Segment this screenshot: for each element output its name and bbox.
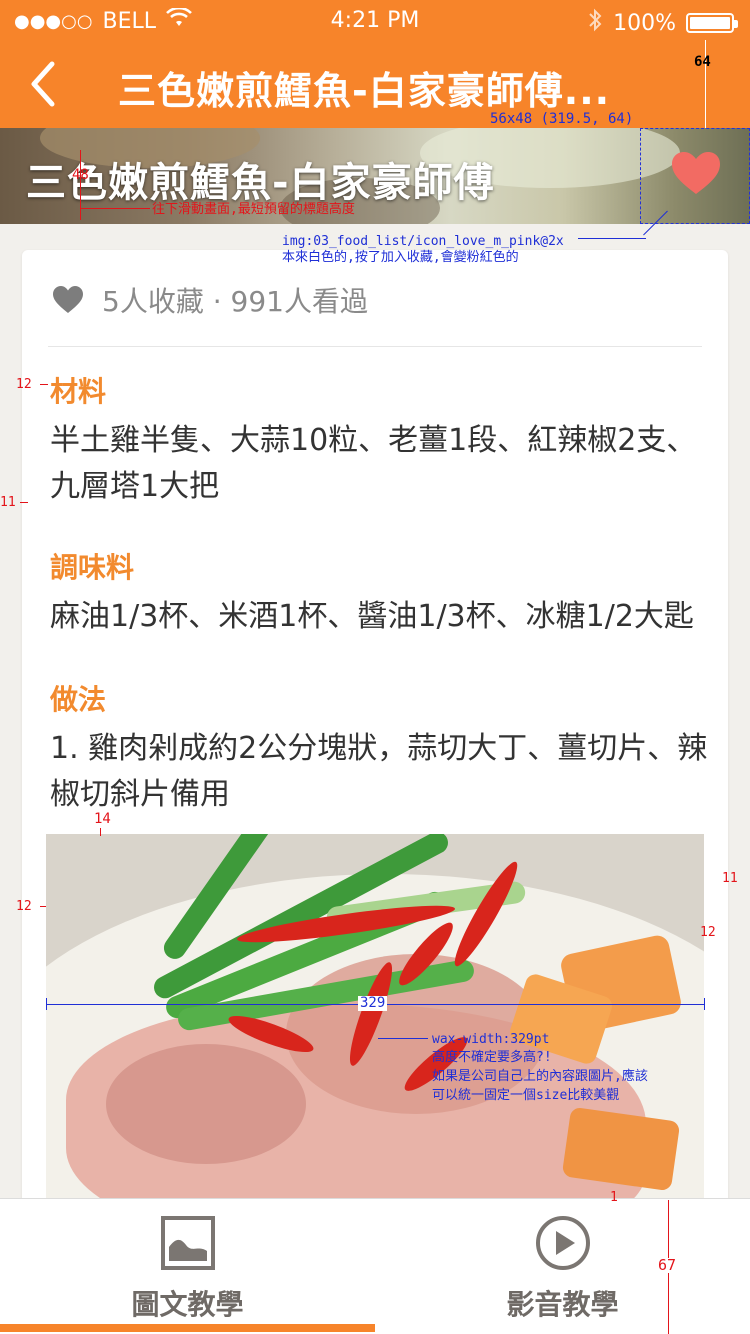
annotation-gap: 11 — [722, 871, 738, 886]
annotation-line — [20, 502, 28, 503]
back-button[interactable] — [22, 56, 66, 112]
step-text: 1. 雞肉剁成約2公分塊狀，蒜切大丁、薑切片、辣椒切斜片備用 — [50, 731, 708, 812]
nav-bar: 三色嫩煎鱈魚-白家豪師傅... — [0, 40, 750, 128]
annotation-image-width: 329 — [358, 995, 388, 1011]
annotation-line — [40, 384, 48, 385]
chevron-left-icon — [31, 61, 55, 107]
section-title-ingredients: 材料 — [50, 375, 107, 408]
hero-image: 三色嫩煎鱈魚-白家豪師傅 — [0, 128, 750, 224]
annotation-image-note: 如果是公司自己上的內容跟圖片,應該 — [432, 1069, 648, 1084]
annotation-title-note: 往下滑動畫面,最短預留的標題高度 — [152, 202, 355, 217]
annotation-tab-height: 67 — [658, 1256, 677, 1274]
stats-row: 5人收藏 · 991人看過 — [52, 280, 368, 320]
status-bar: ●●●○○ BELL 4:21 PM 100% — [0, 0, 750, 40]
stats-text: 5人收藏 · 991人看過 — [102, 285, 368, 318]
annotation-line — [80, 150, 81, 220]
annotation-gap: 12 — [16, 377, 32, 392]
play-circle-icon — [536, 1216, 590, 1270]
battery-percent: 100% — [613, 10, 676, 36]
annotation-line — [40, 906, 46, 907]
nav-title: 三色嫩煎鱈魚-白家豪師傅... — [118, 69, 611, 113]
image-icon — [161, 1216, 215, 1270]
section-title-method: 做法 — [50, 683, 107, 716]
annotation-gap: 12 — [700, 925, 716, 940]
tab-label: 圖文教學 — [131, 1288, 244, 1321]
annotation-gap: 14 — [94, 811, 111, 827]
annotation-line — [578, 238, 646, 239]
seasoning-text: 麻油1/3杯、米酒1杯、醬油1/3杯、冰糖1/2大匙 — [50, 599, 694, 634]
annotation-gap: 12 — [16, 899, 32, 914]
tab-label: 影音教學 — [506, 1288, 619, 1321]
annotation-heart-size: 56x48 (319.5, 64) — [490, 111, 634, 127]
annotation-heart-image: img:03_food_list/icon_love_m_pink@2x — [282, 234, 564, 249]
heart-icon — [672, 152, 720, 194]
annotation-heart-note: 本來白色的,按了加入收藏,會變粉紅色的 — [282, 250, 519, 265]
hero-title: 三色嫩煎鱈魚-白家豪師傅 — [26, 160, 495, 206]
bluetooth-icon — [587, 8, 603, 38]
tab-video-tutorial[interactable]: 影音教學 — [375, 1199, 750, 1334]
annotation-line — [100, 828, 101, 836]
active-tab-indicator — [0, 1324, 375, 1332]
annotation-image-note: wax-width:329pt — [432, 1032, 550, 1047]
annotation-title-height: 48 — [72, 167, 89, 183]
status-right: 100% — [587, 8, 738, 38]
step-photo — [46, 834, 704, 1230]
annotation-nav-height: 64 — [694, 54, 711, 70]
annotation-image-note: 高度不確定要多高?! — [432, 1050, 552, 1065]
annotation-line — [378, 1038, 428, 1039]
divider — [48, 346, 702, 347]
ingredients-text: 半土雞半隻、大蒜10粒、老薑1段、紅辣椒2支、九層塔1大把 — [50, 423, 697, 504]
annotation-line — [46, 998, 47, 1010]
section-title-seasoning: 調味料 — [50, 551, 135, 584]
bottom-tab-bar: 圖文教學 影音教學 — [0, 1198, 750, 1334]
tab-image-tutorial[interactable]: 圖文教學 — [0, 1199, 375, 1334]
annotation-image-note: 可以統一固定一個size比較美觀 — [432, 1088, 620, 1103]
battery-icon — [686, 13, 738, 33]
annotation-line — [704, 998, 705, 1010]
annotation-line — [80, 208, 150, 209]
favorite-button[interactable] — [670, 150, 722, 198]
heart-outline-icon — [53, 286, 83, 313]
annotation-gap: 11 — [0, 495, 16, 510]
top-bar: ●●●○○ BELL 4:21 PM 100% 三色嫩煎鱈魚-白家豪師傅... … — [0, 0, 750, 128]
annotation-gap: 1 — [610, 1190, 618, 1205]
